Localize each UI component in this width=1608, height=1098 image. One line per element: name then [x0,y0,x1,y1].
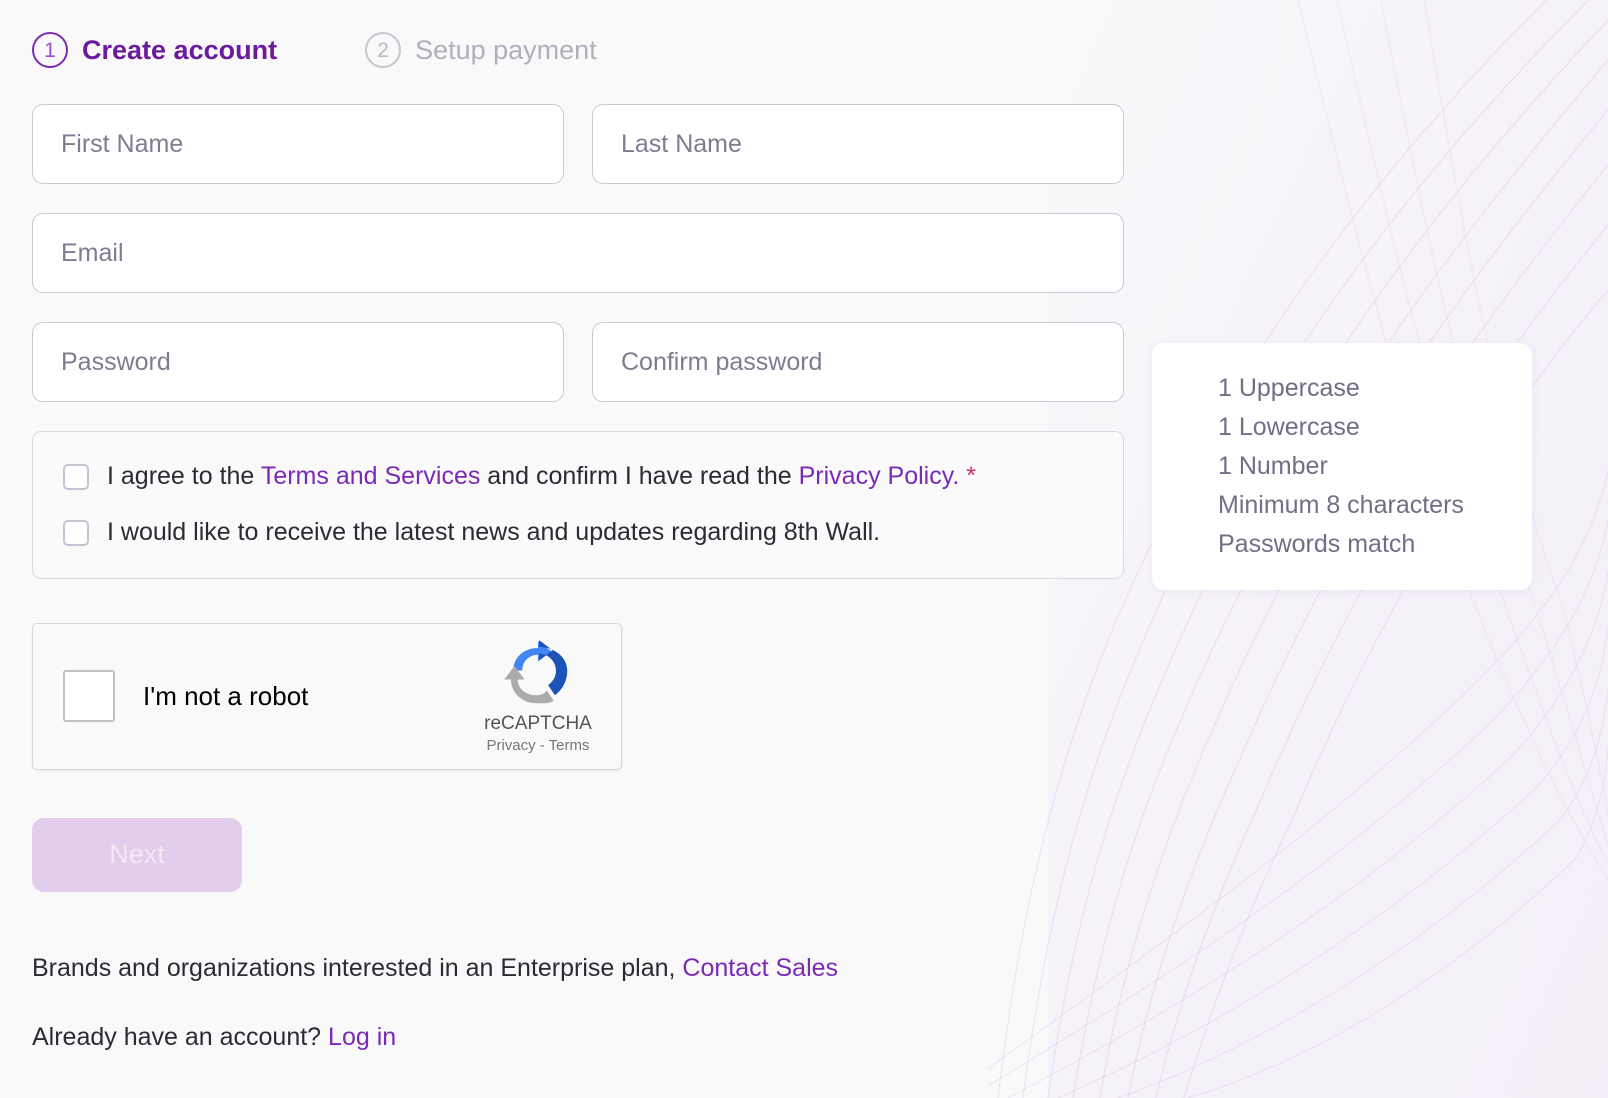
enterprise-footer-line: Brands and organizations interested in a… [32,954,1124,983]
recaptcha-branding: reCAPTCHA Privacy - Terms [471,639,621,754]
account-text: Already have an account? [32,1022,329,1051]
recaptcha-label: I'm not a robot [143,680,309,711]
password-rule-item: 1 Uppercase [1218,374,1360,402]
password-row: Password Confirm password [32,322,1124,402]
terms-consent-row[interactable]: I agree to the Terms and Services and co… [63,460,1093,494]
required-asterisk: * [966,462,976,490]
step-setup-payment[interactable]: 2 Setup payment [365,32,597,68]
first-name-input[interactable]: First Name [32,104,564,184]
enterprise-text: Brands and organizations interested in a… [32,953,683,982]
terms-consent-label: I agree to the Terms and Services and co… [107,460,976,494]
newsletter-consent-label: I would like to receive the latest news … [107,517,881,546]
step-2-label: Setup payment [415,34,597,65]
password-requirements-card: 1 Uppercase 1 Lowercase 1 Number Minimum… [1152,343,1532,590]
step-1-label: Create account [82,34,278,65]
signup-stepper: 1 Create account 2 Setup payment [32,20,1608,80]
login-footer-line: Already have an account? Log in [32,1023,1124,1052]
step-2-number: 2 [365,32,402,68]
step-1-number: 1 [32,32,68,68]
password-rule-item: Passwords match [1218,530,1416,558]
recaptcha-arrows-icon [504,639,568,703]
terms-text-before: I agree to the [107,462,261,490]
recaptcha-check-area[interactable]: I'm not a robot [33,670,471,722]
step-create-account[interactable]: 1 Create account [32,32,277,68]
log-in-link[interactable]: Log in [328,1023,396,1051]
email-input[interactable]: Email [32,213,1124,293]
newsletter-checkbox[interactable] [63,519,89,546]
recaptcha-privacy-terms-links[interactable]: Privacy - Terms [486,737,589,754]
password-input[interactable]: Password [32,322,564,402]
confirm-password-input[interactable]: Confirm password [592,322,1124,402]
contact-sales-link[interactable]: Contact Sales [682,954,838,982]
last-name-input[interactable]: Last Name [592,104,1124,184]
password-rule-item: Minimum 8 characters [1218,491,1464,519]
next-button[interactable]: Next [32,817,242,892]
terms-checkbox[interactable] [63,464,89,490]
recaptcha-brand-text: reCAPTCHA [484,712,592,734]
terms-text-middle: and confirm I have read the [480,462,799,490]
signup-form: First Name Last Name Email Password Conf… [32,104,1124,1052]
terms-text-after: . [952,462,960,490]
email-row: Email [32,213,1124,293]
terms-and-services-link[interactable]: Terms and Services [261,462,481,490]
recaptcha-checkbox[interactable] [63,670,115,722]
newsletter-consent-row[interactable]: I would like to receive the latest news … [63,516,1093,550]
consent-box: I agree to the Terms and Services and co… [32,431,1124,579]
recaptcha-widget[interactable]: I'm not a robot reCAPTCHA Privacy - Term… [32,622,622,770]
password-rule-item: 1 Lowercase [1218,413,1360,441]
password-rule-item: 1 Number [1218,452,1328,480]
privacy-policy-link[interactable]: Privacy Policy [799,462,953,490]
name-row: First Name Last Name [32,104,1124,184]
